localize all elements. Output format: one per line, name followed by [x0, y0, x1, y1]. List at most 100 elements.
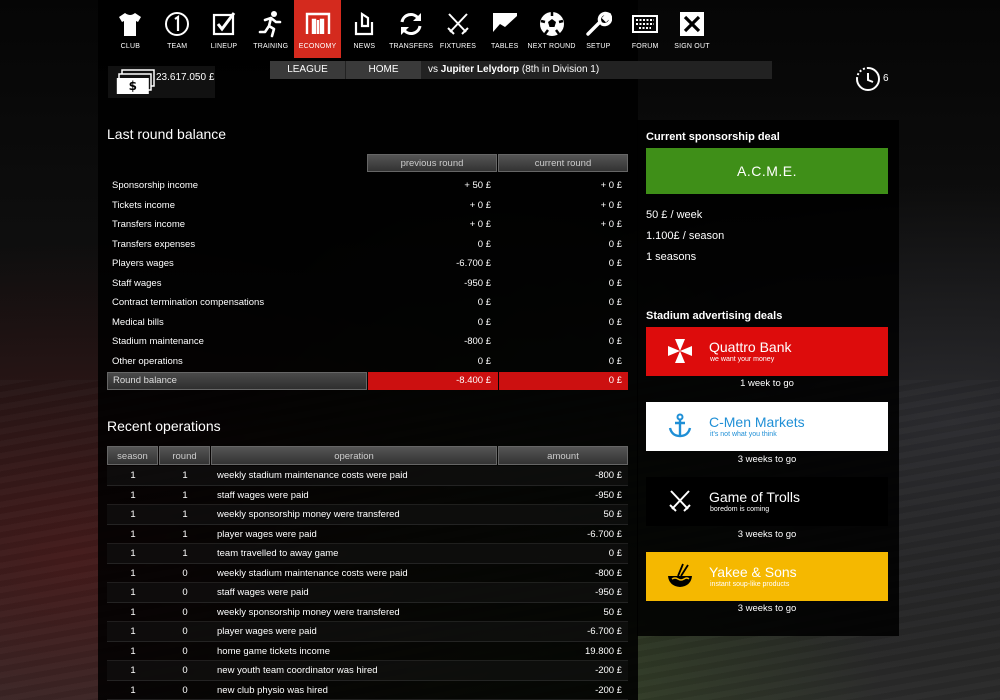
table-row: 1 1 player wages were paid -6.700 £ — [107, 525, 628, 544]
balance-title: Last round balance — [107, 126, 227, 142]
table-row: 1 0 new youth team coordinator was hired -2… — [107, 661, 628, 681]
money-value: 23.617.050 £ — [156, 72, 215, 83]
nav-label: TRANSFERS — [389, 43, 434, 50]
shirt-icon — [119, 13, 142, 36]
opponent-position: (8th in Division 1) — [519, 64, 600, 75]
ad-slogan: boredom is coming — [710, 506, 770, 513]
operations-table: 1 1 weekly stadium maintenance costs were … — [107, 466, 628, 700]
nav-label: NEXT ROUND — [527, 43, 576, 50]
balance-row: Transfers income + 0 £ + 0 £ — [112, 219, 622, 231]
news-icon — [355, 11, 374, 36]
table-row: 1 0 staff wages were paid -950 £ — [107, 583, 628, 603]
ad-deal-quattro-bank[interactable]: Quattro Bank we want your money — [646, 327, 888, 376]
ad-deal-yakee-and-sons[interactable]: Yakee & Sons instant soup-like products — [646, 552, 888, 601]
nav-label: LINEUP — [210, 43, 238, 50]
main-nav: CLUB TEAM LINEUP TRAINING ECONOMY NEWS T… — [107, 0, 715, 58]
wrench-icon — [586, 11, 613, 36]
sponsorship-title: Current sponsorship deal — [646, 131, 780, 143]
balance-row: Contract termination compensations 0 £0 £ — [112, 297, 622, 309]
match-opponent[interactable]: vs Jupiter Lelydorp (8th in Division 1) — [422, 61, 772, 79]
match-type: LEAGUE — [270, 61, 346, 79]
table-row: 1 1 weekly stadium maintenance costs were … — [107, 466, 628, 486]
nav-label: TRAINING — [253, 43, 289, 50]
ad-duration: 3 weeks to go — [737, 454, 797, 465]
anchor-icon — [668, 413, 692, 438]
balance-row: Other operations 0 £0 £ — [112, 355, 622, 367]
round-balance-label: Round balance — [107, 372, 367, 390]
sponsor-banner[interactable]: A.C.M.E. — [646, 148, 888, 194]
ad-name: Yakee & Sons — [709, 564, 797, 580]
clock-icon — [856, 67, 880, 91]
balance-row: Players wages -6.700 £0 £ — [112, 258, 622, 270]
nav-training[interactable]: TRAINING — [247, 0, 294, 58]
club-money: $ 23.617.050 £ — [108, 66, 215, 98]
money-icon: $ — [116, 69, 155, 94]
nav-label: SETUP — [586, 43, 611, 50]
balance-row: Staff wages -950 £0 £ — [112, 277, 622, 289]
table-row: 1 0 home game tickets income 19.800 £ — [107, 642, 628, 661]
noodle-bowl-icon — [668, 563, 692, 587]
col-current-round: current round — [498, 154, 628, 172]
balance-row: Tickets income + 0 £ + 0 £ — [112, 199, 622, 211]
next-match-bar: LEAGUE HOME vs Jupiter Lelydorp (8th in … — [270, 61, 772, 79]
nav-club[interactable]: CLUB — [107, 0, 154, 58]
operations-header: season round operation amount — [107, 446, 628, 465]
nav-lineup[interactable]: LINEUP — [201, 0, 248, 58]
table-row: 1 0 weekly stadium maintenance costs were … — [107, 564, 628, 583]
nav-label: ECONOMY — [298, 43, 337, 50]
balance-row: Medical bills 0 £0 £ — [112, 316, 622, 328]
nav-news[interactable]: NEWS — [341, 0, 388, 58]
table-row: 1 1 staff wages were paid -950 £ — [107, 486, 628, 505]
balance-row: Stadium maintenance -800 £0 £ — [112, 336, 622, 348]
nav-label: NEWS — [353, 43, 376, 50]
number-one-icon — [165, 12, 190, 36]
crossed-swords-icon — [669, 490, 691, 512]
nav-setup[interactable]: SETUP — [575, 0, 622, 58]
cross-pattee-icon — [668, 339, 692, 363]
nav-team[interactable]: TEAM — [154, 0, 201, 58]
nav-label: CLUB — [120, 43, 141, 50]
nav-next-round[interactable]: NEXT ROUND — [528, 0, 575, 58]
sponsor-season: 1.100£ / season — [646, 230, 725, 242]
nav-forum[interactable]: FORUM — [622, 0, 669, 58]
sponsor-seasons: 1 seasons — [646, 251, 697, 263]
ad-duration: 1 week to go — [740, 378, 794, 389]
chart-icon — [492, 13, 517, 35]
transfer-arrows-icon — [400, 13, 422, 35]
ad-slogan: it's not what you think — [710, 431, 777, 438]
nav-sign-out[interactable]: SIGN OUT — [669, 0, 716, 58]
economy-icon — [305, 12, 330, 34]
col-season: season — [107, 446, 158, 465]
nav-economy[interactable]: ECONOMY — [294, 0, 341, 58]
crossed-swords-icon — [447, 13, 469, 35]
col-operation: operation — [211, 446, 497, 465]
table-row: 1 1 team travelled to away game 0 £ — [107, 544, 628, 564]
ad-name: C-Men Markets — [709, 414, 805, 430]
nav-label: FIXTURES — [439, 43, 477, 50]
ad-slogan: instant soup-like products — [710, 581, 790, 588]
col-previous-round: previous round — [367, 154, 497, 172]
nav-transfers[interactable]: TRANSFERS — [388, 0, 435, 58]
col-round: round — [159, 446, 210, 465]
ad-deal-c-men-markets[interactable]: C-Men Markets it's not what you think — [646, 402, 888, 451]
sponsor-weekly: 50 £ / week — [646, 209, 703, 221]
col-amount: amount — [498, 446, 628, 465]
opponent-name: Jupiter Lelydorp — [440, 64, 520, 75]
round-balance-row: Round balance -8.400 £ 0 £ — [107, 372, 628, 390]
operations-title: Recent operations — [107, 418, 221, 434]
nav-fixtures[interactable]: FIXTURES — [435, 0, 482, 58]
match-venue: HOME — [346, 61, 422, 79]
ad-duration: 3 weeks to go — [737, 529, 797, 540]
svg-text:$: $ — [129, 79, 137, 93]
ad-duration: 3 weeks to go — [737, 603, 797, 614]
nav-label: FORUM — [631, 43, 659, 50]
runner-icon — [258, 11, 282, 38]
round-balance-current: 0 £ — [499, 372, 628, 390]
nav-label: TABLES — [491, 43, 519, 50]
ad-deal-game-of-trolls[interactable]: Game of Trolls boredom is coming — [646, 477, 888, 526]
round-balance-previous: -8.400 £ — [368, 372, 498, 390]
nav-label: TEAM — [167, 43, 188, 50]
ball-icon — [539, 12, 564, 36]
table-row: 1 0 new club physio was hired -200 £ — [107, 681, 628, 700]
nav-tables[interactable]: TABLES — [481, 0, 528, 58]
